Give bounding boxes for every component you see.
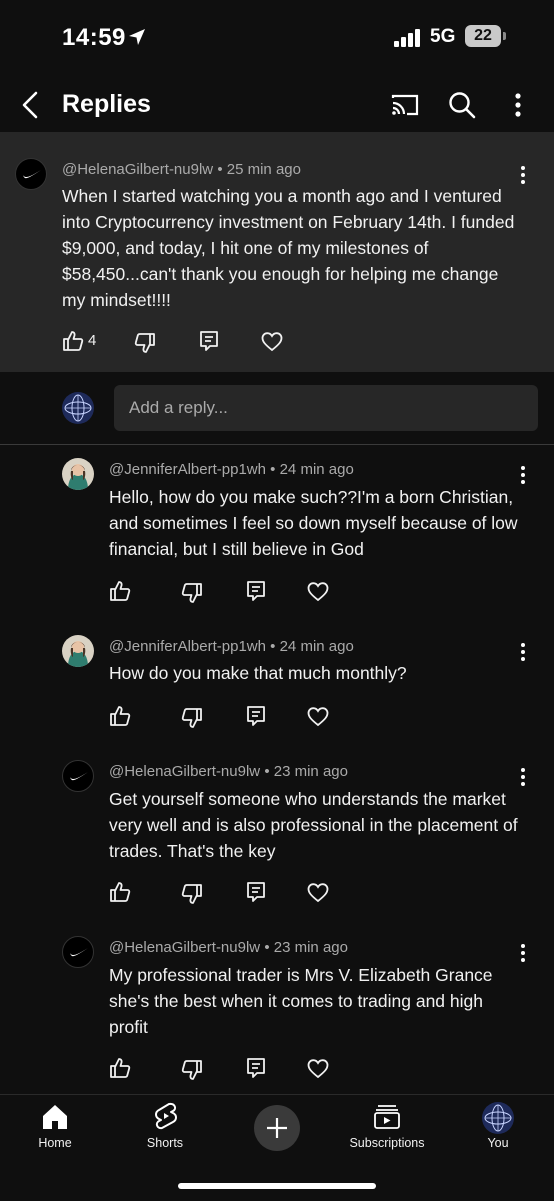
heart-icon[interactable] [307, 1058, 329, 1080]
comment-meta: @HelenaGilbert-nu9lw • 23 min ago [109, 763, 348, 780]
comment-author[interactable]: @HelenaGilbert-nu9lw [109, 763, 260, 780]
page-title: Replies [62, 90, 151, 118]
shorts-icon [153, 1102, 179, 1137]
comment-age: 25 min ago [226, 161, 301, 178]
comment-age: 23 min ago [273, 939, 348, 956]
reply-icon[interactable] [245, 1057, 267, 1079]
back-arrow-icon[interactable] [14, 88, 48, 122]
reply-icon[interactable] [198, 330, 220, 352]
add-reply-row: Add a reply... [0, 372, 554, 445]
avatar[interactable] [62, 458, 94, 490]
plus-icon [265, 1116, 289, 1145]
parent-comment: @HelenaGilbert-nu9lw • 25 min ago When I… [0, 132, 554, 372]
comment-meta: @JenniferAlbert-pp1wh • 24 min ago [109, 638, 354, 655]
comment-author[interactable]: @JenniferAlbert-pp1wh [109, 461, 266, 478]
comment-meta: @HelenaGilbert-nu9lw • 25 min ago [62, 161, 301, 178]
search-icon[interactable] [447, 90, 477, 120]
comment-meta: @JenniferAlbert-pp1wh • 24 min ago [109, 461, 354, 478]
location-arrow-icon [128, 28, 146, 51]
dislike-icon[interactable] [181, 707, 203, 729]
cellular-signal-icon [394, 29, 422, 52]
nav-shorts-label: Shorts [146, 1136, 184, 1150]
home-indicator [178, 1183, 376, 1189]
cast-icon[interactable] [390, 90, 420, 120]
meta-separator: • [270, 461, 276, 478]
subscriptions-icon [373, 1104, 401, 1135]
like-count: 4 [88, 332, 97, 349]
comment-author[interactable]: @JenniferAlbert-pp1wh [109, 638, 266, 655]
meta-separator: • [217, 161, 223, 178]
create-button[interactable] [254, 1105, 300, 1151]
comment-text: How do you make that much monthly? [109, 663, 407, 683]
like-icon[interactable] [109, 881, 131, 903]
heart-icon[interactable] [307, 882, 329, 904]
battery-tip [503, 32, 506, 40]
like-icon[interactable] [62, 330, 84, 352]
meta-separator: • [264, 763, 270, 780]
dislike-icon[interactable] [181, 582, 203, 604]
dislike-icon[interactable] [181, 1059, 203, 1081]
comment-author[interactable]: @HelenaGilbert-nu9lw [62, 161, 213, 178]
avatar[interactable] [62, 635, 94, 667]
home-icon [41, 1103, 69, 1136]
comment-text: Get yourself someone who understands the… [109, 789, 518, 861]
meta-separator: • [270, 638, 276, 655]
more-options-icon[interactable] [503, 90, 533, 120]
add-reply-input[interactable]: Add a reply... [114, 385, 538, 431]
nav-home-label: Home [38, 1136, 72, 1150]
comment-age: 24 min ago [279, 461, 354, 478]
heart-icon[interactable] [307, 581, 329, 603]
you-avatar [482, 1102, 514, 1134]
nav-you-label: You [487, 1136, 509, 1150]
comment-age: 24 min ago [279, 638, 354, 655]
dislike-icon[interactable] [134, 332, 156, 354]
reply-icon[interactable] [245, 881, 267, 903]
like-icon[interactable] [109, 1057, 131, 1079]
avatar[interactable] [62, 936, 94, 968]
dislike-icon[interactable] [181, 883, 203, 905]
top-bar: Replies [0, 76, 554, 132]
comment-text: My professional trader is Mrs V. Elizabe… [109, 965, 493, 1037]
comment-author[interactable]: @HelenaGilbert-nu9lw [109, 939, 260, 956]
nav-subscriptions-label: Subscriptions [349, 1136, 425, 1150]
avatar[interactable] [15, 158, 47, 190]
comment-text: Hello, how do you make such??I'm a born … [109, 487, 518, 559]
heart-icon[interactable] [307, 706, 329, 728]
status-bar: 14:59 5G 22 [0, 0, 554, 76]
status-time: 14:59 [62, 24, 126, 51]
heart-icon[interactable] [261, 331, 283, 353]
reply-icon[interactable] [245, 580, 267, 602]
meta-separator: • [264, 939, 270, 956]
comment-meta: @HelenaGilbert-nu9lw • 23 min ago [109, 939, 348, 956]
reply-icon[interactable] [245, 705, 267, 727]
network-type: 5G [430, 26, 456, 47]
comment-text: When I started watching you a month ago … [62, 186, 515, 310]
like-icon[interactable] [109, 580, 131, 602]
comment-age: 23 min ago [273, 763, 348, 780]
user-avatar [62, 392, 94, 424]
avatar[interactable] [62, 760, 94, 792]
like-icon[interactable] [109, 705, 131, 727]
battery-indicator: 22 [465, 25, 501, 47]
